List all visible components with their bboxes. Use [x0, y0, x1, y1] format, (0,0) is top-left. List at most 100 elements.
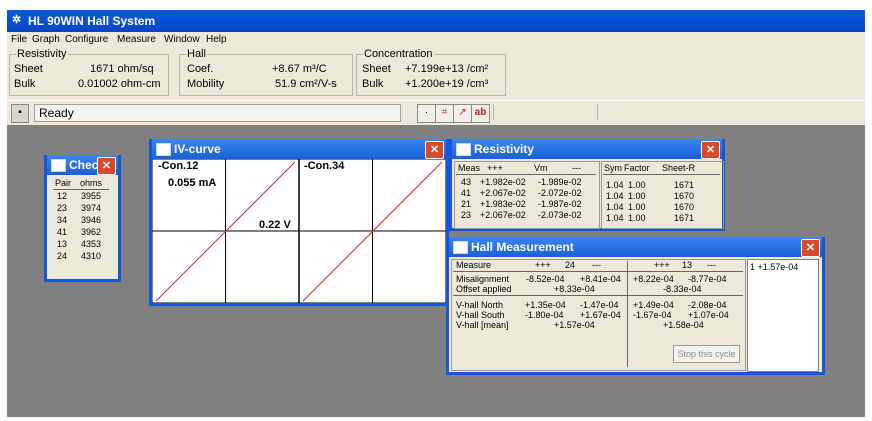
offset-label: Offset applied: [456, 284, 512, 294]
conc-bulk-label: Bulk: [362, 78, 384, 90]
app-title: HL 90WIN Hall System: [28, 14, 156, 28]
check-ohms: 3962: [81, 227, 102, 237]
status-bar: ▪ Ready · ⌗ ↗ ab: [7, 100, 865, 125]
res-header-minus: ---: [572, 163, 581, 173]
check-window-titlebar[interactable]: Check ✕: [47, 155, 118, 175]
close-icon[interactable]: ✕: [701, 141, 720, 159]
vhall-north-right-minus: -2.08e-04: [688, 300, 727, 310]
resistivity-window-titlebar[interactable]: Resistivity ✕: [452, 139, 722, 159]
hall-section-divider: [453, 295, 743, 296]
hall-results-list[interactable]: 1 +1.57e-04: [747, 259, 819, 372]
list-item[interactable]: 1 +1.57e-04: [750, 262, 798, 272]
check-window: Check ✕ Pair ohms 12 3955 23 3974 34 394…: [44, 155, 121, 282]
menu-help[interactable]: Help: [206, 34, 227, 45]
hall-window-title: Hall Measurement: [471, 240, 574, 254]
check-pair: 12: [57, 191, 68, 201]
menu-bar: File Graph Configure Measure Window Help: [7, 32, 865, 48]
hall-measurement-window: Hall Measurement ✕ Measure +++ 24 --- ++…: [446, 237, 825, 375]
conc-bulk-value: +1.200e+19 /cm³: [405, 78, 489, 90]
resistivity-window-title: Resistivity: [474, 142, 535, 156]
check-ohms: 4310: [81, 251, 102, 261]
hall-left-num: 24: [565, 260, 576, 270]
iv-right-plot-label: -Con.34: [304, 160, 345, 172]
window-icon: [453, 241, 468, 254]
window-icon: [51, 159, 66, 172]
zoom-box-icon[interactable]: ⌗: [435, 104, 454, 123]
res-plus: +1.983e-02: [480, 199, 526, 209]
menu-graph[interactable]: Graph: [32, 34, 60, 45]
res-plus: +2.067e-02: [480, 210, 526, 220]
con12-label: Con.12: [161, 160, 199, 172]
status-box: Ready: [34, 104, 401, 122]
hall-right-plus: +++: [654, 260, 670, 270]
iv-curve-window: IV-curve ✕ -Con.12 -Con.34 0.055 mA 0.22: [149, 139, 449, 306]
menu-measure[interactable]: Measure: [117, 34, 156, 45]
res-sheetr: 1671: [674, 213, 695, 223]
hall-left-plus: +++: [535, 260, 551, 270]
vhall-south-left-plus: -1.80e-04: [525, 310, 564, 320]
menu-file[interactable]: File: [11, 34, 27, 45]
misalignment-right-plus: +8.22e-04: [633, 274, 674, 284]
vhall-south-right-minus: +1.07e-04: [688, 310, 729, 320]
res-bulk-label: Bulk: [14, 78, 36, 90]
check-pair: 23: [57, 203, 68, 213]
res-sheet-value: 1671 ohm/sq: [90, 63, 154, 75]
resistivity-group-title: Resistivity: [16, 48, 68, 60]
hall-window-titlebar[interactable]: Hall Measurement ✕: [449, 237, 822, 257]
res-minus: -2.072e-02: [538, 188, 582, 198]
res-meas: 43: [461, 177, 472, 187]
hall-left-minus: ---: [592, 260, 601, 270]
menu-configure[interactable]: Configure: [65, 34, 108, 45]
status-pane-1: [493, 104, 594, 120]
check-header-divider: [53, 189, 109, 190]
iv-plot-area: -Con.12 -Con.34 0.055 mA 0.22 V: [152, 159, 446, 303]
con34-label: Con.34: [307, 160, 345, 172]
stop-cycle-button[interactable]: Stop this cycle: [673, 345, 740, 363]
res-sym: 1.04: [606, 213, 624, 223]
res-sym: 1.04: [606, 202, 624, 212]
window-icon: [156, 143, 171, 156]
hall-window-body: Measure +++ 24 --- +++ 13 --- Misalignme…: [449, 257, 822, 372]
check-ohms: 3946: [81, 215, 102, 225]
app-titlebar[interactable]: ✲ HL 90WIN Hall System: [7, 10, 865, 32]
mdi-workspace: Check ✕ Pair ohms 12 3955 23 3974 34 394…: [7, 125, 865, 417]
res-minus: -2.073e-02: [538, 210, 582, 220]
vhall-south-left-minus: +1.67e-04: [580, 310, 621, 320]
record-icon[interactable]: ▪: [11, 104, 29, 123]
iv-voltage-label: 0.22 V: [259, 219, 291, 231]
vhall-mean-left: +1.57e-04: [554, 320, 595, 330]
res-plus: +1.982e-02: [480, 177, 526, 187]
check-ohms: 3974: [81, 203, 102, 213]
vhall-north-right-plus: +1.49e-04: [633, 300, 674, 310]
check-ohms: 3955: [81, 191, 102, 201]
menu-window[interactable]: Window: [164, 34, 200, 45]
res-meas: 23: [461, 210, 472, 220]
iv-window-titlebar[interactable]: IV-curve ✕: [152, 139, 446, 159]
vhall-south-right-plus: -1.67e-04: [633, 310, 672, 320]
res-factor: 1.00: [628, 213, 646, 223]
resistivity-group: Resistivity Sheet 1671 ohm/sq Bulk 0.010…: [9, 48, 169, 96]
hall-right-num: 13: [682, 260, 693, 270]
line-tool-icon[interactable]: ↗: [453, 104, 472, 123]
close-icon[interactable]: ✕: [425, 141, 444, 159]
conc-sheet-value: +7.199e+13 /cm²: [405, 63, 489, 75]
point-tool-icon[interactable]: ·: [417, 104, 436, 123]
annotate-icon[interactable]: ab: [471, 104, 490, 123]
res-factor: 1.00: [628, 191, 646, 201]
results-panel: Resistivity Sheet 1671 ohm/sq Bulk 0.010…: [7, 48, 865, 100]
res-right-divider: [603, 174, 720, 175]
close-icon[interactable]: ✕: [97, 157, 116, 175]
res-sheetr: 1670: [674, 191, 695, 201]
close-icon[interactable]: ✕: [801, 239, 820, 257]
hall-right-minus: ---: [707, 260, 716, 270]
misalignment-left-minus: +8.41e-04: [580, 274, 621, 284]
res-meas: 21: [461, 199, 472, 209]
status-pane-2: [597, 104, 860, 120]
resistivity-window: Resistivity ✕ Meas +++ Vm --- Sym Factor…: [449, 139, 725, 231]
offset-right: -8.33e-04: [663, 284, 702, 294]
misalignment-right-minus: -8.77e-04: [688, 274, 727, 284]
hall-group-title: Hall: [186, 48, 207, 60]
res-sheetr: 1671: [674, 180, 695, 190]
res-minus: -1.987e-02: [538, 199, 582, 209]
vhall-south-label: V-hall South: [456, 310, 505, 320]
